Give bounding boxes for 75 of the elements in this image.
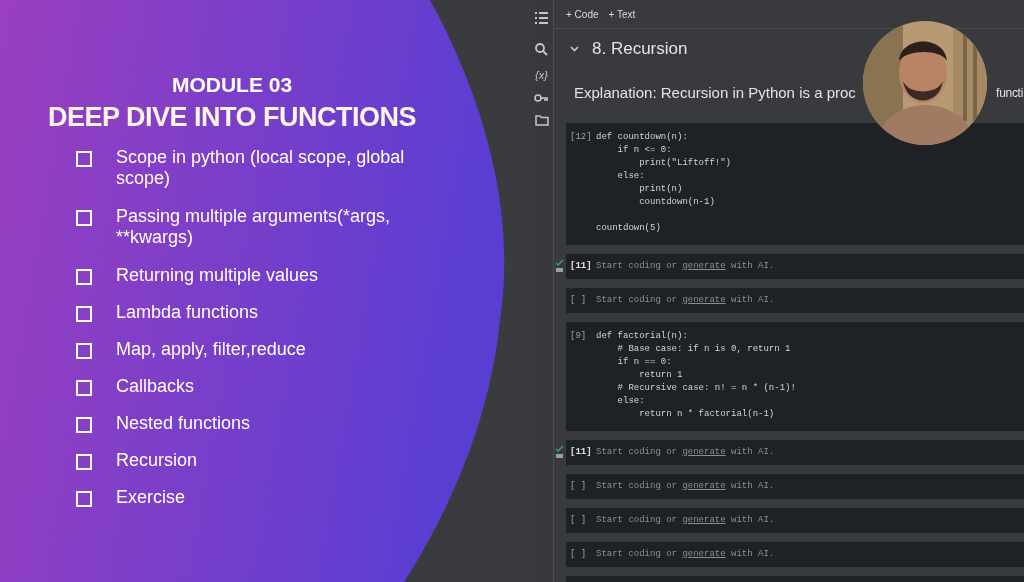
generate-link[interactable]: generate: [682, 260, 726, 271]
code-cell[interactable]: [ ] Start coding or generate with AI.: [566, 508, 1024, 533]
section-heading: 8. Recursion: [592, 38, 688, 61]
code-line: countdown(5): [596, 222, 662, 235]
cell-prompt: [ ]: [569, 547, 588, 561]
slide-title: DEEP DIVE INTO FUNCTIONS: [47, 101, 417, 134]
chevron-icon[interactable]: [570, 44, 580, 54]
explanation-text: functi: [996, 85, 1023, 102]
cell-prompt: [9]: [569, 330, 588, 343]
code-line: countdown(n-1): [638, 196, 716, 209]
code-cell[interactable]: [ ] Start coding or generate with AI.: [566, 542, 1024, 567]
code-line: def factorial(n):: [596, 330, 689, 343]
code-cell[interactable]: [11] Start coding or generate with AI.: [566, 440, 1024, 465]
folder-icon[interactable]: [534, 115, 549, 126]
topic-label: Nested functions: [116, 413, 252, 434]
code-cell[interactable]: [ ] Start coding or generate with AI.: [566, 288, 1024, 313]
cell-placeholder: Start coding or generate with AI.: [596, 445, 775, 459]
topic-label: Lambda functions: [116, 302, 260, 323]
topic-label: Exercise: [116, 487, 187, 508]
key-icon[interactable]: [534, 94, 549, 102]
cell-placeholder: Start coding or generate with AI.: [596, 293, 775, 307]
topic-label: Recursion: [116, 450, 199, 471]
topic-label: Returning multiple values: [116, 265, 320, 286]
cell-placeholder: Start coding or generate with AI.: [596, 479, 775, 493]
search-icon[interactable]: [535, 43, 548, 56]
checkbox[interactable]: [76, 454, 92, 470]
module-label: MODULE 03: [171, 72, 293, 98]
cell-prompt: [11]: [569, 445, 593, 459]
code-line: return 1: [638, 369, 684, 382]
toolbar-button[interactable]: + Text: [608, 6, 636, 22]
checkbox[interactable]: [76, 210, 92, 226]
generate-link[interactable]: generate: [682, 514, 726, 525]
code-line: def countdown(n):: [596, 131, 689, 144]
cell-placeholder: Start coding or generate with AI.: [596, 259, 775, 273]
cell-prompt: [ ]: [569, 513, 588, 527]
explanation-text: Explanation: Recursion in Python is a proc: [574, 82, 856, 103]
toolbar-button[interactable]: + Code: [566, 6, 599, 22]
code-line: # Recursive case: n! = n * (n-1)!: [616, 382, 796, 395]
cell-prompt: [12]: [569, 131, 593, 144]
cell-prompt: [11]: [569, 259, 593, 273]
cell-placeholder: Start coding or generate with AI.: [596, 547, 775, 561]
generate-link[interactable]: generate: [682, 548, 726, 559]
checkbox[interactable]: [76, 343, 92, 359]
code-line: return n * factorial(n-1): [638, 408, 776, 421]
code-line: else:: [616, 170, 646, 183]
code-line: print(n): [638, 183, 684, 196]
topic-label: Callbacks: [116, 376, 196, 397]
checkbox[interactable]: [76, 306, 92, 322]
generate-link[interactable]: generate: [682, 480, 726, 491]
topic-label: Passing multiple arguments(*args, **kwargs): [116, 206, 392, 248]
cell-prompt: [ ]: [569, 293, 588, 307]
topic-label: Map, apply, filter,reduce: [116, 339, 307, 360]
code-cell[interactable]: [12] def countdown(n): if n <= 0: print("Liftoff!") else: print(n) countdown(n-1) countdown(5): [566, 123, 1024, 245]
executed-icon: [555, 259, 564, 273]
checkbox[interactable]: [76, 417, 92, 433]
variables-icon[interactable]: {x}: [535, 69, 548, 81]
code-line: if n == 0:: [616, 356, 673, 369]
code-line: else:: [616, 395, 646, 408]
code-cell[interactable]: [11] Start coding or generate with AI.: [566, 254, 1024, 279]
checkbox[interactable]: [76, 269, 92, 285]
code-cell[interactable]: [9] def factorial(n): # Base case: if n is 0, return 1 if n == 0: return 1 # Recursive case: n! = n * (n-1)! else: return n * factorial(n-1): [566, 322, 1024, 431]
code-line: if n <= 0:: [616, 144, 673, 157]
code-line: print("Liftoff!"): [638, 157, 732, 170]
checkbox[interactable]: [76, 380, 92, 396]
code-cell[interactable]: [ ] Start coding or generate with AI.: [566, 474, 1024, 499]
list-icon[interactable]: [535, 12, 548, 24]
code-line: # Base case: if n is 0, return 1: [616, 343, 792, 356]
topic-label: Scope in python (local scope, global scope): [116, 147, 406, 189]
checkbox[interactable]: [76, 151, 92, 167]
cell-prompt: [ ]: [569, 479, 588, 493]
generate-link[interactable]: generate: [682, 294, 726, 305]
executed-icon: [555, 445, 564, 459]
generate-link[interactable]: generate: [682, 446, 726, 457]
cell-placeholder: Start coding or generate with AI.: [596, 513, 775, 527]
checkbox[interactable]: [76, 491, 92, 507]
